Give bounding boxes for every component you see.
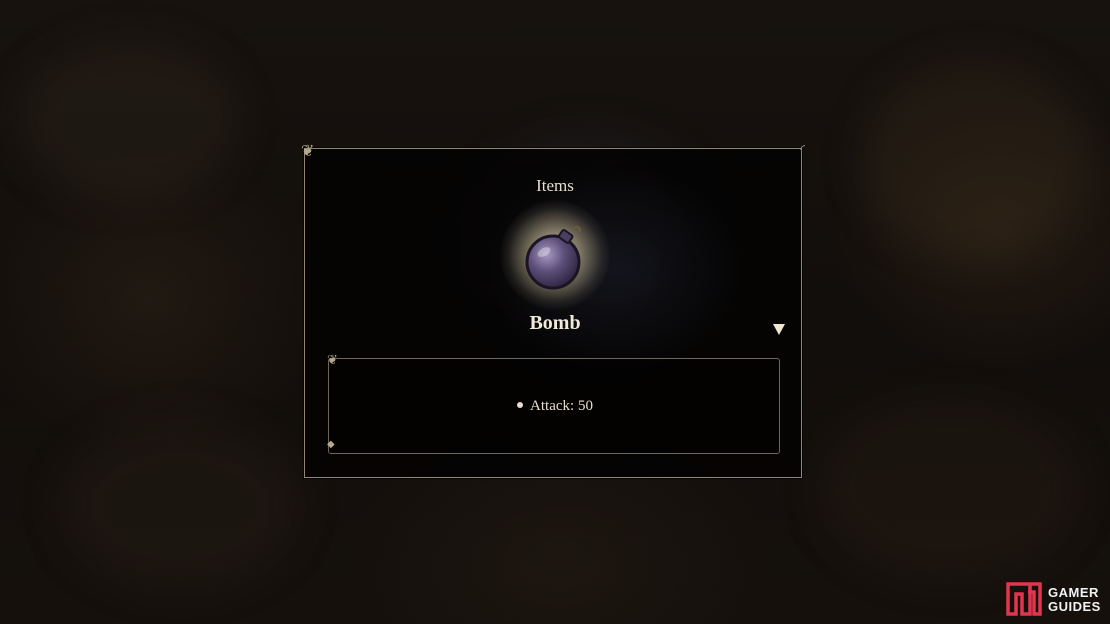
ornament-icon: ❦ (327, 353, 338, 368)
ornament-icon: ❦ (301, 141, 315, 160)
item-name: Bomb (529, 312, 581, 334)
bullet-icon (517, 401, 524, 408)
stat-attack: Attack: 50 (0, 398, 1110, 415)
category-title: Items (536, 176, 574, 195)
gamer-guides-watermark: GAMER GUIDES (1004, 580, 1108, 620)
background-shadow (60, 420, 300, 590)
watermark-line1: GAMER (1048, 585, 1099, 600)
watermark-line2: GUIDES (1048, 599, 1101, 614)
background-shadow (820, 400, 1080, 580)
ornament-icon: ◆ (327, 439, 335, 450)
bomb-icon (525, 225, 581, 290)
gamer-guides-logo-icon (1006, 582, 1042, 616)
down-arrow-icon[interactable] (772, 322, 786, 336)
stat-text: Attack: 50 (530, 398, 593, 414)
background-shadow (860, 60, 1090, 260)
ornament-icon: ◜ (800, 142, 805, 156)
game-background: ❦ ◜ Items Bomb ❦ ◆ Attack: 50 GAMER GUID… (0, 0, 1110, 624)
